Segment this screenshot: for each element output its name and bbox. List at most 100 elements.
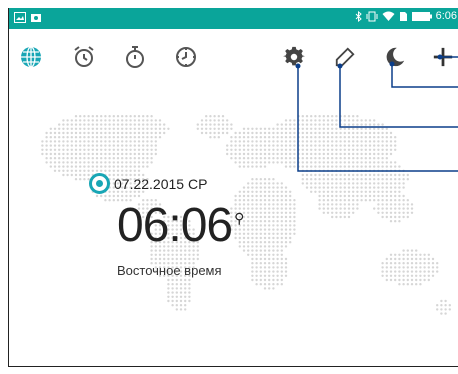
map-dot	[423, 262, 426, 265]
map-dot	[436, 308, 439, 311]
map-dot	[87, 119, 90, 122]
map-dot	[314, 182, 317, 185]
map-dot	[179, 308, 183, 311]
map-dot	[259, 249, 262, 252]
map-dot	[343, 199, 346, 202]
map-dot	[268, 127, 271, 130]
map-dot	[398, 173, 401, 177]
map-dot	[137, 119, 141, 122]
map-dot	[385, 173, 388, 177]
map-dot	[394, 178, 397, 181]
map-dot	[356, 140, 359, 143]
map-dot	[104, 127, 107, 130]
map-dot	[255, 253, 258, 256]
tab-world-clock[interactable]	[17, 43, 45, 71]
map-dot	[381, 207, 384, 210]
map-dot	[310, 169, 313, 172]
map-dot	[431, 257, 435, 261]
map-dot	[389, 270, 393, 273]
map-dot	[108, 161, 111, 164]
map-dot	[251, 144, 254, 147]
map-dot	[163, 253, 166, 256]
map-dot	[368, 186, 372, 189]
map-dot	[310, 140, 313, 143]
map-dot	[45, 136, 48, 139]
map-dot	[95, 161, 99, 164]
map-dot	[238, 157, 241, 160]
map-dot	[406, 283, 409, 286]
map-dot	[255, 148, 258, 151]
map-dot	[154, 144, 157, 147]
map-dot	[385, 194, 388, 198]
map-dot	[62, 127, 65, 130]
tab-timer[interactable]	[172, 43, 200, 71]
map-dot	[276, 140, 279, 143]
tab-stopwatch[interactable]	[121, 43, 149, 71]
settings-button[interactable]	[280, 43, 308, 71]
add-button[interactable]	[429, 43, 457, 71]
map-dot	[255, 152, 258, 156]
map-dot	[289, 161, 292, 164]
map-dot	[146, 152, 149, 156]
map-dot	[62, 131, 65, 135]
map-dot	[331, 194, 334, 198]
map-dot	[217, 119, 220, 122]
map-dot	[104, 131, 107, 135]
map-dot	[347, 186, 351, 189]
map-dot	[142, 123, 145, 126]
map-dot	[251, 148, 254, 151]
map-dot	[255, 278, 258, 282]
map-dot	[310, 165, 313, 168]
map-dot	[415, 278, 418, 282]
location-marker-icon[interactable]	[89, 173, 110, 194]
map-dot	[402, 207, 405, 210]
tab-alarm[interactable]	[70, 43, 98, 71]
map-dot	[310, 144, 313, 147]
map-dot	[394, 148, 397, 151]
map-dot	[272, 127, 275, 130]
map-dot	[427, 262, 430, 265]
edit-button[interactable]	[331, 43, 359, 71]
map-dot	[154, 253, 157, 256]
map-dot	[251, 249, 254, 252]
map-dot	[284, 152, 288, 156]
map-dot	[389, 257, 393, 261]
map-dot	[310, 127, 313, 130]
map-dot	[116, 152, 120, 156]
map-dot	[70, 165, 73, 168]
map-dot	[272, 152, 275, 156]
map-dot	[373, 169, 376, 172]
map-dot	[125, 119, 128, 122]
map-dot	[121, 127, 124, 130]
map-dot	[247, 215, 250, 219]
map-dot	[373, 190, 376, 193]
map-dot	[158, 123, 162, 126]
map-dot	[310, 152, 313, 156]
map-dot	[381, 186, 384, 189]
map-dot	[116, 115, 120, 118]
map-dot	[368, 157, 372, 160]
map-dot	[284, 220, 288, 223]
map-dot	[259, 266, 262, 269]
map-dot	[331, 207, 334, 210]
map-dot	[297, 157, 300, 160]
map-dot	[230, 136, 233, 139]
map-dot	[431, 262, 435, 265]
map-dot	[108, 165, 111, 168]
night-mode-button[interactable]	[381, 43, 409, 71]
map-dot	[398, 203, 401, 206]
map-dot	[289, 152, 292, 156]
alarm-icon	[74, 46, 94, 67]
map-dot	[419, 266, 422, 269]
map-dot	[259, 278, 262, 282]
map-dot	[373, 182, 376, 185]
map-dot	[406, 203, 409, 206]
map-dot	[385, 186, 388, 189]
map-dot	[385, 136, 388, 139]
map-dot	[377, 165, 380, 168]
map-dot	[377, 136, 380, 139]
map-dot	[255, 232, 258, 235]
map-dot	[263, 278, 267, 282]
map-dot	[381, 169, 384, 172]
map-dot	[259, 178, 262, 181]
